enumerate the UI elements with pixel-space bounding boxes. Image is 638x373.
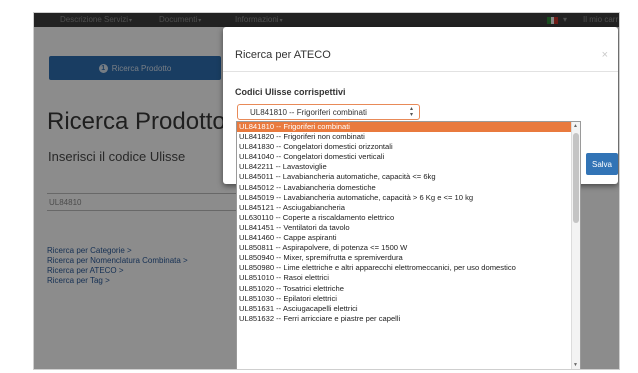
dropdown-option[interactable]: UL850811 -- Aspirapolvere, di potenza <=… [237, 243, 580, 253]
ulisse-codes-select[interactable]: UL841810 -- Frigoriferi combinati ▴ ▾ [237, 104, 420, 120]
dropdown-option[interactable]: UL841820 -- Frigoriferi non combinati [237, 132, 580, 142]
dropdown-option[interactable]: UL850940 -- Mixer, spremifrutta e spremi… [237, 253, 580, 263]
save-button[interactable]: Salva [586, 153, 618, 175]
select-arrows-icon: ▴ ▾ [409, 106, 413, 118]
dropdown-options: UL841810 -- Frigoriferi combinati UL84182… [237, 122, 580, 324]
ulisse-codes-dropdown-list[interactable]: UL841810 -- Frigoriferi combinati UL84182… [236, 121, 581, 369]
dropdown-scrollbar[interactable]: ▲ ▼ [571, 122, 580, 369]
scrollbar-thumb[interactable] [573, 133, 579, 223]
close-icon[interactable]: × [602, 49, 608, 61]
modal-divider [223, 71, 618, 72]
dropdown-option[interactable]: UL841810 -- Frigoriferi combinati [237, 122, 580, 133]
ulisse-codes-label: Codici Ulisse corrispettivi [235, 87, 346, 97]
dropdown-option[interactable]: UL845019 -- Lavabiancheria automatiche, … [237, 193, 580, 203]
dropdown-option[interactable]: UL630110 -- Coperte a riscaldamento elet… [237, 213, 580, 223]
dropdown-option[interactable]: UL851020 -- Tosatrici elettriche [237, 284, 580, 294]
dropdown-option[interactable]: UL845011 -- Lavabiancheria automatiche, … [237, 172, 580, 182]
dropdown-option[interactable]: UL845121 -- Asciugabiancheria [237, 203, 580, 213]
dropdown-option[interactable]: UL851631 -- Asciugacapelli elettrici [237, 304, 580, 314]
dropdown-option[interactable]: UL841040 -- Congelatori domestici vertic… [237, 152, 580, 162]
dropdown-option[interactable]: UL851030 -- Epilatori elettrici [237, 294, 580, 304]
dropdown-option[interactable]: UL851632 -- Ferri arricciare e piastre p… [237, 314, 580, 324]
modal-title: Ricerca per ATECO [235, 49, 331, 61]
dropdown-option[interactable]: UL851010 -- Rasoi elettrici [237, 273, 580, 283]
dropdown-option[interactable]: UL850980 -- Lime elettriche e altri appa… [237, 263, 580, 273]
dropdown-option[interactable]: UL845012 -- Lavabiancheria domestiche [237, 183, 580, 193]
scroll-up-arrow[interactable]: ▲ [572, 123, 579, 129]
browser-viewport: Descrizione Servizi▾ Documenti▾ Informaz… [33, 12, 620, 370]
dropdown-option[interactable]: UL841830 -- Congelatori domestici orizzo… [237, 142, 580, 152]
dropdown-option[interactable]: UL842211 -- Lavastoviglie [237, 162, 580, 172]
dropdown-option[interactable]: UL841451 -- Ventilatori da tavolo [237, 223, 580, 233]
dropdown-option[interactable]: UL841460 -- Cappe aspiranti [237, 233, 580, 243]
select-value: UL841810 -- Frigoriferi combinati [250, 108, 367, 117]
scroll-down-arrow[interactable]: ▼ [572, 362, 579, 368]
